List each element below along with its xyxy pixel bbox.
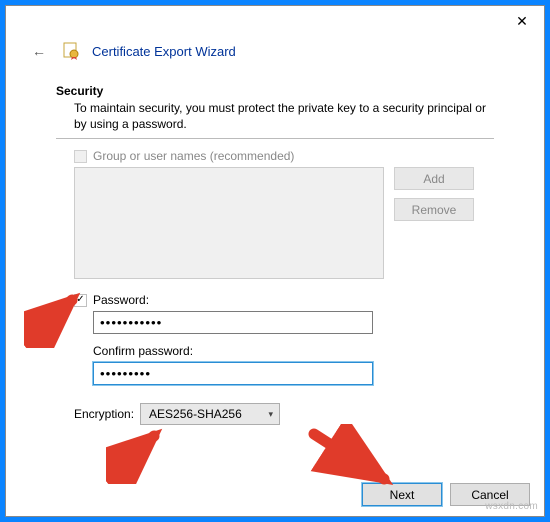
password-row: ✓ Password:: [74, 293, 494, 307]
section-description: To maintain security, you must protect t…: [56, 98, 494, 138]
annotation-arrow-icon: [106, 424, 176, 484]
group-names-row: Group or user names (recommended): [56, 149, 494, 163]
password-label: Password:: [93, 293, 149, 307]
watermark: wsxdn.com: [485, 501, 538, 512]
group-names-listbox: [74, 167, 384, 279]
confirm-password-row: Confirm password:: [74, 344, 494, 358]
content-area: Security To maintain security, you must …: [6, 70, 544, 425]
divider: [56, 138, 494, 139]
chevron-down-icon: ▾: [269, 409, 274, 420]
group-names-checkbox: [74, 150, 87, 163]
encryption-selected: AES256-SHA256: [149, 407, 242, 421]
password-block: ✓ Password: Confirm password:: [56, 279, 494, 395]
section-heading: Security: [56, 84, 494, 98]
encryption-row: Encryption: AES256-SHA256 ▾: [56, 403, 494, 425]
titlebar: ✕: [6, 6, 544, 36]
remove-button: Remove: [394, 198, 474, 221]
header: ← Certificate Export Wizard: [6, 36, 544, 70]
wizard-title: Certificate Export Wizard: [92, 44, 236, 59]
arrow-left-icon: ←: [32, 43, 46, 59]
password-checkbox[interactable]: ✓: [74, 294, 87, 307]
add-button: Add: [394, 167, 474, 190]
encryption-label: Encryption:: [74, 407, 134, 421]
encryption-dropdown[interactable]: AES256-SHA256 ▾: [140, 403, 280, 425]
group-button-column: Add Remove: [394, 167, 474, 279]
next-button[interactable]: Next: [362, 483, 442, 506]
password-input[interactable]: [93, 311, 373, 334]
wizard-window: ✕ ← Certificate Export Wizard Security T…: [5, 5, 545, 517]
group-names-label: Group or user names (recommended): [93, 149, 294, 163]
confirm-password-label: Confirm password:: [93, 344, 193, 358]
close-button[interactable]: ✕: [500, 6, 544, 36]
close-icon: ✕: [516, 13, 528, 30]
check-icon: ✓: [76, 295, 84, 305]
confirm-password-input[interactable]: [93, 362, 373, 385]
certificate-icon: [62, 42, 80, 60]
group-list-area: Add Remove: [56, 167, 494, 279]
back-button[interactable]: ←: [32, 43, 50, 59]
